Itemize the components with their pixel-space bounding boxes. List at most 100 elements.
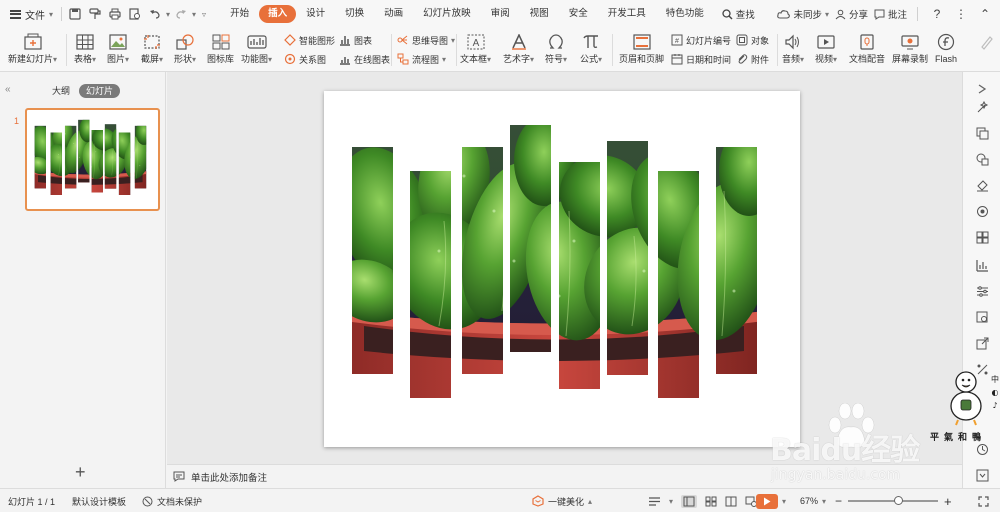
image-search-icon[interactable]	[975, 310, 989, 324]
expand-panel-icon[interactable]	[975, 468, 989, 482]
new-slide-button[interactable]: 新建幻灯片▾	[8, 30, 57, 65]
search-button[interactable]: 查找	[714, 7, 763, 21]
object-button[interactable]: 对象	[736, 32, 769, 48]
more-options-icon[interactable]: ⋮	[952, 7, 970, 21]
chart-button[interactable]: 图表	[339, 32, 372, 48]
online-chart-button[interactable]: 在线图表	[339, 51, 390, 67]
sync-status-button[interactable]: 未同步 ▾	[777, 7, 829, 21]
zoom-in-button[interactable]: +	[944, 494, 952, 509]
mindmap-button[interactable]: 思维导图 ▾	[397, 32, 455, 48]
chevron-down-icon[interactable]: ▾	[669, 497, 673, 506]
flash-button[interactable]: Flash	[935, 30, 957, 65]
tab-4[interactable]: 动画	[374, 5, 413, 23]
zoom-level[interactable]: 67% ▾	[800, 489, 826, 512]
zoom-out-button[interactable]: −	[835, 494, 842, 508]
image-strip[interactable]	[324, 116, 782, 411]
header-footer-button[interactable]: 页眉和页脚	[619, 30, 664, 65]
shape-icon	[174, 32, 196, 52]
doc-dub-button[interactable]: 文档配音	[849, 30, 885, 65]
history-icon[interactable]	[975, 442, 989, 456]
icon-library-button[interactable]: 图标库	[207, 30, 234, 65]
image-strip[interactable]	[27, 117, 153, 198]
design-template[interactable]: 默认设计模板	[72, 489, 126, 512]
formula-button[interactable]: 公式▾	[580, 30, 602, 65]
divider	[456, 34, 457, 66]
undo-icon[interactable]	[146, 5, 164, 23]
tab-3[interactable]: 切换	[335, 5, 374, 23]
collapse-ribbon-icon[interactable]: ⌃	[976, 7, 994, 21]
slide-thumbnail[interactable]	[25, 108, 160, 211]
layout-grid-icon[interactable]	[975, 230, 989, 244]
object-icon	[736, 34, 748, 46]
function-chart-button[interactable]: 功能图▾	[241, 30, 272, 65]
tab-10[interactable]: 特色功能	[656, 5, 714, 23]
flowchart-button[interactable]: 流程图 ▾	[397, 51, 446, 67]
tab-2[interactable]: 设计	[296, 5, 335, 23]
tab-0[interactable]: 开始	[220, 5, 259, 23]
beautify-button[interactable]: 一键美化 ▴	[532, 489, 592, 512]
print-icon[interactable]	[106, 5, 124, 23]
comment-button[interactable]: 批注	[874, 7, 907, 21]
share-button[interactable]: 分享	[835, 7, 868, 21]
print-preview-icon[interactable]	[126, 5, 144, 23]
save-icon[interactable]	[66, 5, 84, 23]
shape-style-icon[interactable]	[975, 152, 989, 166]
redo-dropdown-icon[interactable]: ▾	[192, 10, 196, 19]
reading-view-icon[interactable]	[725, 496, 737, 507]
chevron-down-icon: ▾	[822, 496, 827, 506]
sorter-view-icon[interactable]	[705, 496, 717, 507]
document-protection[interactable]: 文档未保护	[142, 489, 202, 512]
undo-dropdown-icon[interactable]: ▾	[166, 10, 170, 19]
collapse-sidebar-icon[interactable]	[975, 82, 989, 96]
tab-8[interactable]: 安全	[559, 5, 598, 23]
tab-outline[interactable]: 大纲	[52, 84, 70, 98]
more-ribbon-button[interactable]	[976, 30, 998, 54]
file-menu-button[interactable]: 文件 ▾	[6, 3, 57, 25]
tab-5[interactable]: 幻灯片放映	[413, 5, 481, 23]
customize-toolbar-icon[interactable]: ▿	[202, 10, 206, 19]
zoom-slider-handle[interactable]	[893, 496, 903, 505]
more-tools-icon[interactable]	[975, 362, 989, 376]
symbol-button[interactable]: 符号▾	[545, 30, 567, 65]
wordart-button[interactable]: 艺术字▾	[503, 30, 534, 65]
datetime-button[interactable]: 日期和时间	[671, 51, 731, 67]
magic-wand-icon[interactable]	[975, 100, 989, 114]
notes-bar[interactable]: 单击此处添加备注	[167, 464, 962, 488]
add-slide-button[interactable]: +	[75, 463, 86, 481]
smart-shape-button[interactable]: 智能图形	[284, 32, 335, 48]
relation-chart-button[interactable]: 关系图	[284, 51, 326, 67]
audio-button[interactable]: 音频▾	[782, 30, 804, 65]
picture-button[interactable]: 图片▾	[107, 30, 129, 65]
slide-canvas[interactable]	[167, 72, 962, 464]
settings-sliders-icon[interactable]	[975, 284, 989, 298]
position-icon[interactable]	[975, 204, 989, 218]
video-button[interactable]: 视频▾	[815, 30, 837, 65]
screenshot-button[interactable]: 截屏▾	[141, 30, 163, 65]
slide-number-button[interactable]: # 幻灯片编号	[671, 32, 731, 48]
help-button[interactable]: ?	[928, 7, 946, 21]
fill-icon[interactable]	[975, 178, 989, 192]
format-painter-icon[interactable]	[86, 5, 104, 23]
tab-9[interactable]: 开发工具	[598, 5, 656, 23]
collapse-panel-icon[interactable]: «	[5, 84, 11, 95]
tab-6[interactable]: 审阅	[481, 5, 520, 23]
chart-icon[interactable]	[975, 258, 989, 272]
image-strips[interactable]	[324, 91, 800, 447]
tab-slides[interactable]: 幻灯片	[79, 84, 121, 98]
tab-1[interactable]: 插入	[259, 5, 297, 23]
attachment-button[interactable]: 附件	[736, 51, 769, 67]
tab-7[interactable]: 视图	[520, 5, 559, 23]
play-slideshow-button[interactable]: ▾	[756, 489, 786, 512]
notes-view-icon[interactable]	[648, 496, 661, 507]
normal-view-icon[interactable]	[681, 494, 698, 508]
shape-button[interactable]: 形状▾	[174, 30, 196, 65]
slide[interactable]	[324, 91, 800, 447]
zoom-slider[interactable]	[848, 496, 939, 505]
share-link-icon[interactable]	[975, 336, 989, 350]
screen-record-button[interactable]: 屏幕录制	[892, 30, 928, 65]
redo-icon[interactable]	[172, 5, 190, 23]
table-button[interactable]: 表格▾	[74, 30, 96, 65]
textbox-button[interactable]: A 文本框▾	[460, 30, 491, 65]
copy-icon[interactable]	[975, 126, 989, 140]
fit-window-button[interactable]	[978, 489, 989, 512]
